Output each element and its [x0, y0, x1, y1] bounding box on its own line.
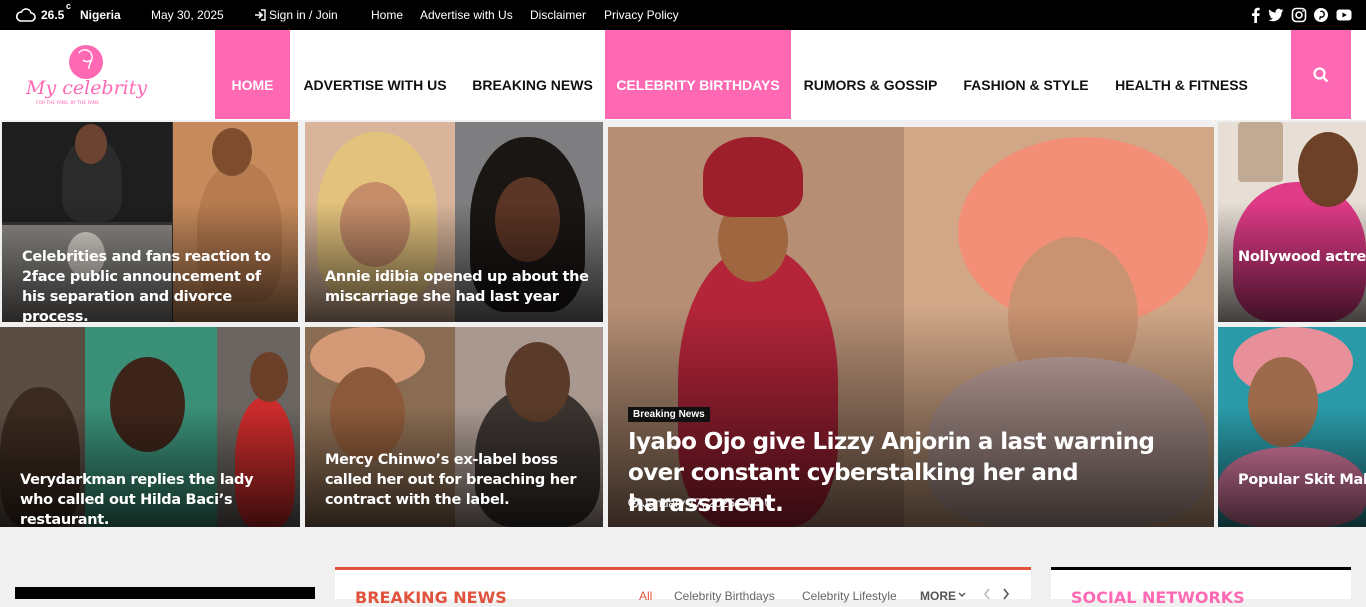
- social-networks-heading: SOCIAL NETWORKS: [1071, 588, 1245, 607]
- tab-celebrity-birthdays[interactable]: Celebrity Birthdays: [674, 589, 775, 603]
- search-button[interactable]: [1291, 30, 1351, 119]
- featured-meta: January 17, 2025 0: [628, 496, 771, 510]
- nav-celebrity-birthdays[interactable]: CELEBRITY BIRTHDAYS: [605, 30, 791, 119]
- story-title[interactable]: Celebrities and fans reaction to 2face p…: [22, 247, 284, 322]
- story-title[interactable]: Popular Skit Make Husband Welcome: [1238, 470, 1366, 490]
- cloud-icon: [16, 8, 36, 22]
- story-title[interactable]: Verydarkman replies the lady who called …: [20, 470, 286, 527]
- featured-grid: Celebrities and fans reaction to 2face p…: [0, 122, 1366, 527]
- site-logo[interactable]: My celebrity FOR THE FANS, BY THE FANS: [22, 42, 157, 112]
- sign-in-icon[interactable]: [254, 9, 266, 21]
- featured-category-badge[interactable]: Breaking News: [628, 407, 710, 422]
- pinterest-icon[interactable]: [1313, 7, 1329, 23]
- nav-advertise[interactable]: ADVERTISE WITH US: [290, 30, 460, 119]
- story-tile-verydarkman[interactable]: Verydarkman replies the lady who called …: [0, 327, 300, 527]
- chevron-left-icon[interactable]: [983, 588, 991, 600]
- tab-more[interactable]: MORE: [920, 589, 956, 603]
- nav-fashion-style[interactable]: FASHION & STYLE: [950, 30, 1102, 119]
- chevron-down-icon[interactable]: [958, 592, 966, 598]
- top-link-advertise[interactable]: Advertise with Us: [420, 0, 513, 30]
- story-tile-mercy-chinwo[interactable]: Mercy Chinwo’s ex-label boss called her …: [305, 327, 603, 527]
- sign-in-link[interactable]: Sign in / Join: [269, 0, 338, 30]
- facebook-icon[interactable]: [1248, 7, 1264, 23]
- comment-count[interactable]: 0: [765, 496, 772, 510]
- breaking-news-heading: BREAKING NEWS: [355, 588, 507, 607]
- temperature: 26.5: [41, 8, 65, 22]
- clock-icon: [628, 497, 639, 508]
- story-tile-annie-idibia[interactable]: Annie idibia opened up about the miscarr…: [305, 122, 603, 322]
- logo-text: My celebrity: [25, 77, 147, 99]
- top-bar: 26.5 c Nigeria May 30, 2025 Sign in / Jo…: [0, 0, 1366, 30]
- social-networks-widget: SOCIAL NETWORKS: [1051, 567, 1351, 607]
- sidebar-widget: [15, 587, 315, 599]
- breaking-news-widget: BREAKING NEWS All Celebrity Birthdays Ce…: [335, 567, 1031, 607]
- youtube-icon[interactable]: [1336, 7, 1352, 23]
- instagram-icon[interactable]: [1291, 7, 1307, 23]
- story-title[interactable]: Annie idibia opened up about the miscarr…: [325, 267, 589, 307]
- tab-celebrity-lifestyle[interactable]: Celebrity Lifestyle: [802, 589, 897, 603]
- story-title[interactable]: Mercy Chinwo’s ex-label boss called her …: [325, 450, 589, 510]
- story-tile-2face[interactable]: Celebrities and fans reaction to 2face p…: [2, 122, 298, 322]
- story-tile-nollywood-actress[interactable]: Nollywood actress herself an all-white t…: [1218, 122, 1366, 322]
- search-icon: [1313, 67, 1329, 83]
- story-tile-skit-maker[interactable]: Popular Skit Make Husband Welcome: [1218, 327, 1366, 527]
- nav-rumors-gossip[interactable]: RUMORS & GOSSIP: [791, 30, 950, 119]
- nav-home[interactable]: HOME: [215, 30, 290, 119]
- current-date: May 30, 2025: [151, 8, 224, 22]
- temperature-unit: c: [66, 1, 72, 11]
- logo-tagline: FOR THE FANS, BY THE FANS: [36, 100, 99, 106]
- nav-health-fitness[interactable]: HEALTH & FITNESS: [1102, 30, 1261, 119]
- location: Nigeria: [80, 8, 121, 22]
- featured-date: January 17, 2025: [642, 496, 736, 510]
- story-title[interactable]: Nollywood actress herself an all-white t…: [1238, 247, 1366, 267]
- top-link-home[interactable]: Home: [371, 0, 403, 30]
- tab-all[interactable]: All: [639, 589, 652, 603]
- comment-icon[interactable]: [748, 497, 762, 509]
- chevron-right-icon[interactable]: [1002, 588, 1010, 600]
- nav-breaking-news[interactable]: BREAKING NEWS: [460, 30, 605, 119]
- top-link-privacy[interactable]: Privacy Policy: [604, 0, 679, 30]
- twitter-icon[interactable]: [1268, 7, 1284, 23]
- top-link-disclaimer[interactable]: Disclaimer: [530, 0, 586, 30]
